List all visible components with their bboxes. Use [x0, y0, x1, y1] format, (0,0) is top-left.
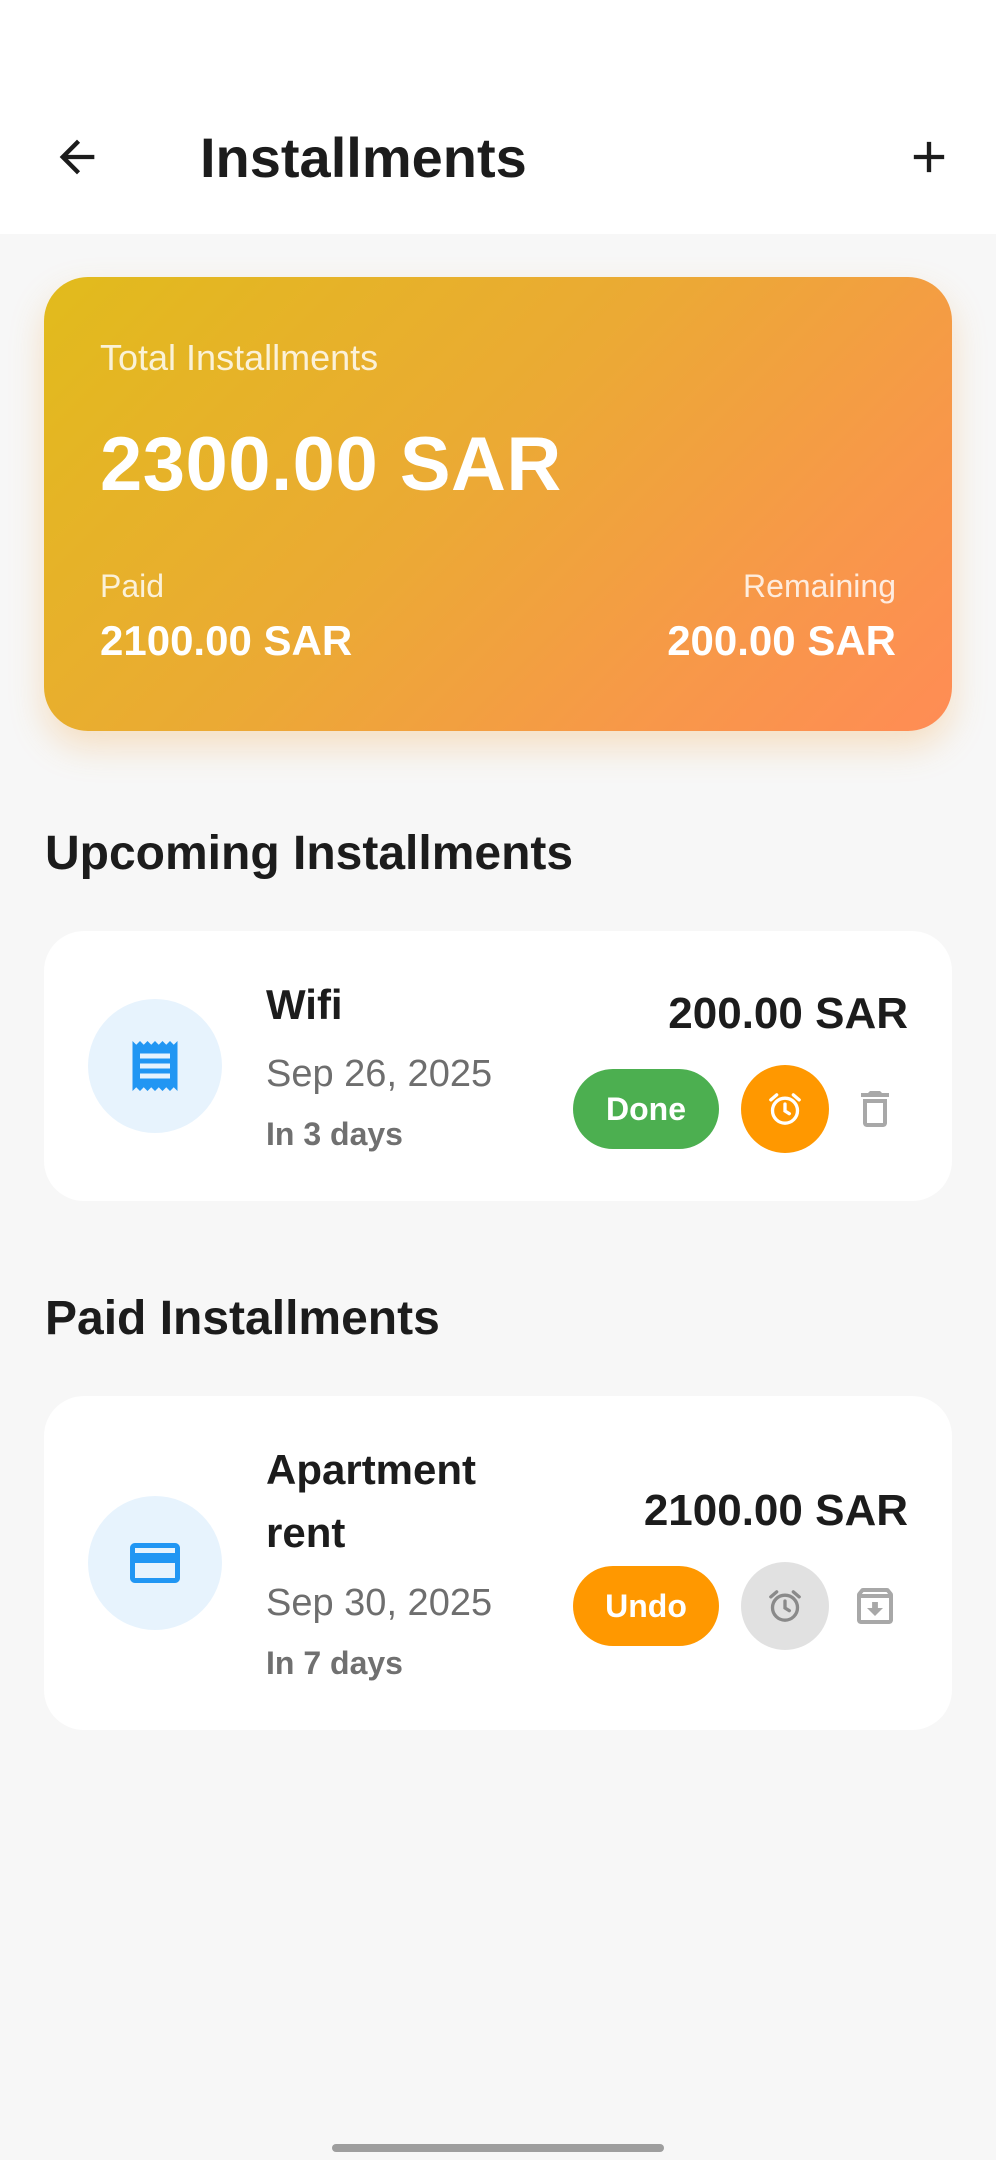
delete-button[interactable] — [843, 1077, 907, 1141]
installment-date: Sep 30, 2025 — [266, 1582, 493, 1624]
paid-amount: 2100.00 SAR — [100, 617, 353, 664]
home-indicator[interactable] — [332, 2144, 664, 2152]
arrow-left-icon — [59, 139, 95, 175]
category-avatar — [88, 1496, 222, 1630]
category-avatar — [88, 999, 222, 1133]
add-installment-button[interactable] — [881, 109, 977, 205]
remaining-amount: 200.00 SAR — [667, 617, 896, 664]
undo-button[interactable]: Undo — [573, 1566, 719, 1646]
mark-done-button[interactable]: Done — [573, 1069, 719, 1149]
paid-section-title: Paid Installments — [45, 1292, 440, 1345]
paid-label: Paid — [100, 568, 165, 604]
trash-icon — [861, 1091, 889, 1127]
archive-icon — [857, 1588, 893, 1624]
installment-card-apartment-rent[interactable]: Apartment rent Sep 30, 2025 In 7 days 21… — [44, 1396, 952, 1730]
remaining-label: Remaining — [743, 568, 896, 604]
installment-amount: 200.00 SAR — [668, 989, 908, 1038]
page-title: Installments — [200, 126, 527, 189]
status-bar — [0, 0, 996, 80]
reminder-button[interactable] — [741, 1562, 829, 1650]
installment-date: Sep 26, 2025 — [266, 1053, 493, 1095]
total-amount: 2300.00 SAR — [100, 422, 562, 507]
installment-due-label: In 3 days — [266, 1116, 403, 1152]
back-button[interactable] — [29, 109, 125, 205]
alarm-clock-icon — [769, 1093, 801, 1125]
installment-amount: 2100.00 SAR — [643, 1486, 908, 1535]
installment-due-label: In 7 days — [266, 1645, 403, 1681]
receipt-icon — [132, 1041, 178, 1091]
plus-icon — [913, 141, 945, 173]
total-summary-card: Total Installments 2300.00 SAR Paid 2100… — [44, 277, 952, 731]
reminder-button[interactable] — [741, 1065, 829, 1153]
upcoming-section-title: Upcoming Installments — [45, 827, 574, 880]
archive-button[interactable] — [843, 1574, 907, 1638]
installments-screen: Installments Total Installments 2300.00 … — [0, 0, 996, 2160]
installment-name: Wifi — [266, 981, 343, 1028]
alarm-clock-icon — [769, 1590, 801, 1622]
app-bar: Installments — [0, 80, 996, 234]
total-label: Total Installments — [100, 337, 379, 378]
credit-card-icon — [130, 1543, 180, 1583]
installment-name: Apartment rent — [266, 1446, 477, 1556]
installment-card-wifi[interactable]: Wifi Sep 26, 2025 In 3 days 200.00 SAR D… — [44, 931, 952, 1201]
